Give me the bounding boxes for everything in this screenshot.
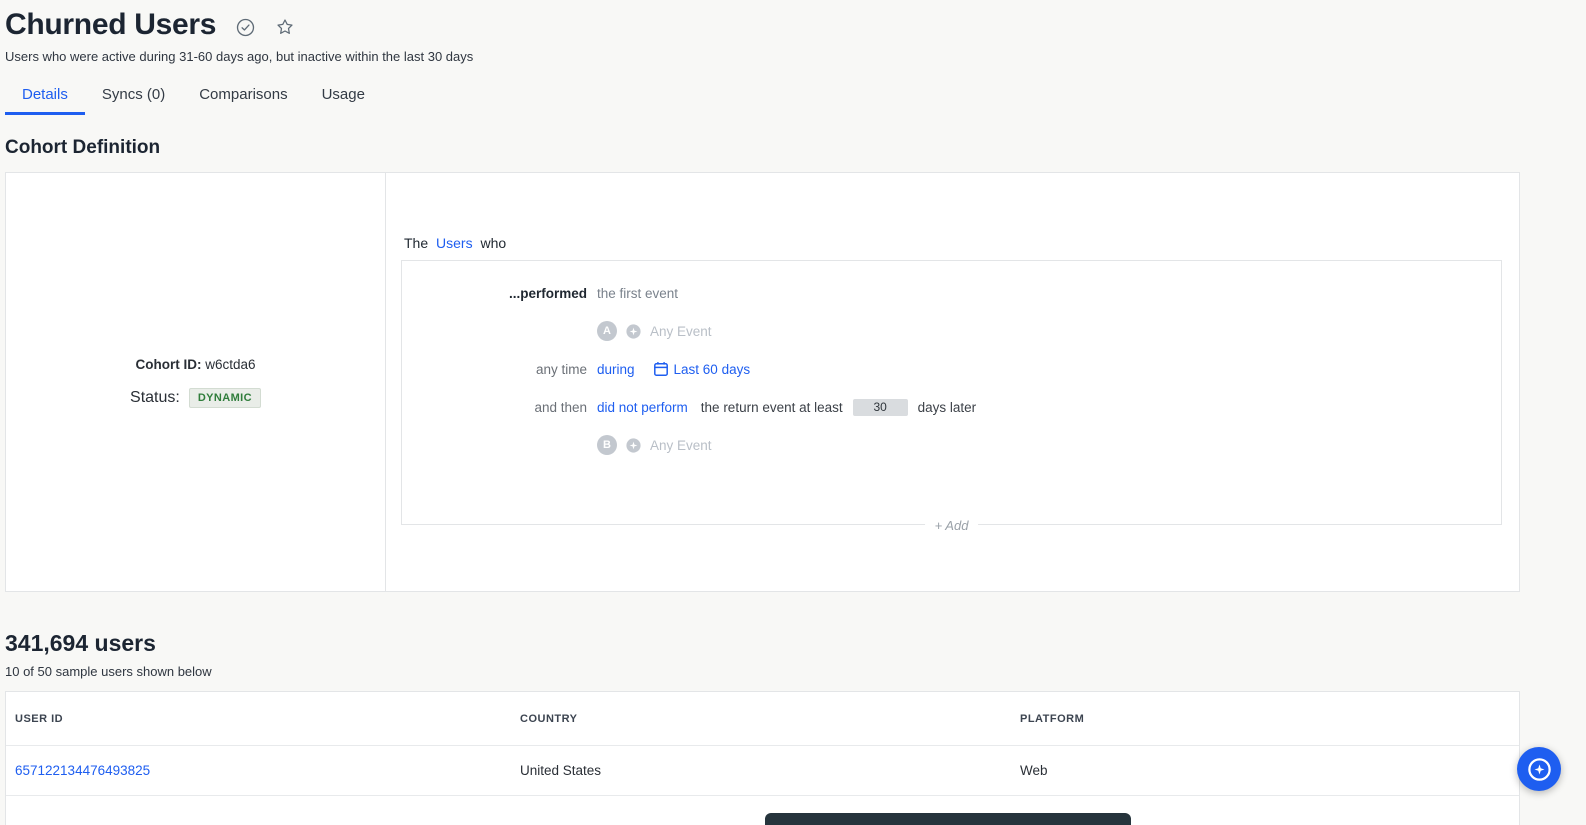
country-cell: United States: [511, 763, 1011, 778]
and-then-row: and then did not perform the return even…: [402, 397, 1501, 417]
verified-check-icon[interactable]: [236, 18, 255, 37]
cohort-id-label: Cohort ID:: [135, 357, 201, 372]
event-type-icon: [625, 437, 642, 454]
timeframe-dropdown[interactable]: Last 60 days: [674, 362, 751, 377]
user-count: 341,694 users: [5, 630, 1520, 657]
timeframe-row: any time during Last 60 days: [402, 359, 1501, 379]
status-line: Status: DYNAMIC: [130, 388, 261, 408]
results-section: 341,694 users 10 of 50 sample users show…: [5, 630, 1520, 679]
and-then-label: and then: [402, 400, 587, 415]
sample-users-table: USER ID COUNTRY PLATFORM 657122134476493…: [5, 691, 1520, 825]
event-b-row: B Any Event: [402, 435, 1501, 455]
table-header-row: USER ID COUNTRY PLATFORM: [6, 692, 1519, 745]
table-row: 657122134476493825 United States Web: [6, 745, 1519, 795]
sentence-the: The: [404, 235, 428, 251]
tab-comparisons[interactable]: Comparisons: [182, 78, 304, 115]
subject-users-link[interactable]: Users: [436, 235, 473, 251]
page-title: Churned Users: [5, 8, 216, 42]
calendar-icon: [653, 361, 669, 377]
cohort-definition-heading: Cohort Definition: [5, 137, 1520, 159]
performed-label: ...performed: [402, 286, 587, 301]
event-type-icon: [625, 323, 642, 340]
during-dropdown[interactable]: during: [597, 362, 635, 377]
sample-note: 10 of 50 sample users shown below: [5, 664, 1520, 679]
days-input[interactable]: [853, 399, 908, 416]
cohort-id-line: Cohort ID: w6ctda6: [135, 357, 255, 372]
any-time-label: any time: [402, 362, 587, 377]
did-not-perform-dropdown[interactable]: did not perform: [597, 400, 688, 415]
column-header-country: COUNTRY: [511, 713, 1011, 725]
page-subtitle: Users who were active during 31-60 days …: [5, 49, 1520, 64]
event-a-badge[interactable]: A: [597, 321, 617, 341]
return-event-label: the return event at least: [701, 400, 843, 415]
performed-row: ...performed the first event: [402, 283, 1501, 303]
event-b-selector[interactable]: Any Event: [650, 438, 712, 453]
user-id-link[interactable]: 657122134476493825: [15, 763, 150, 778]
status-badge: DYNAMIC: [189, 388, 261, 408]
event-a-selector[interactable]: Any Event: [650, 324, 712, 339]
cohort-definition-panel: The Users who ...performed the first eve…: [386, 173, 1519, 591]
column-header-user-id: USER ID: [6, 713, 511, 725]
add-condition-button[interactable]: + Add: [925, 518, 979, 533]
page-header: Churned Users Users who were active duri…: [5, 0, 1520, 64]
definition-sentence: The Users who: [401, 235, 1502, 251]
cohort-definition-cards: Cohort ID: w6ctda6 Status: DYNAMIC The U…: [5, 172, 1520, 592]
days-later-label: days later: [918, 400, 977, 415]
cohort-id-value: w6ctda6: [205, 357, 255, 372]
status-label: Status:: [130, 389, 180, 407]
event-b-badge[interactable]: B: [597, 435, 617, 455]
column-header-platform: PLATFORM: [1011, 713, 1519, 725]
sparkle-circle-icon: [1526, 756, 1553, 783]
table-row-partial: [6, 795, 1519, 825]
platform-cell: Web: [1011, 763, 1519, 778]
tab-bar: Details Syncs (0) Comparisons Usage: [5, 78, 1520, 115]
assistant-fab-button[interactable]: [1517, 747, 1561, 791]
definition-box: ...performed the first event A Any: [401, 260, 1502, 525]
favorite-star-icon[interactable]: [275, 17, 295, 37]
horizontal-scrollbar-thumb[interactable]: [765, 813, 1131, 825]
tab-usage[interactable]: Usage: [305, 78, 382, 115]
event-a-row: A Any Event: [402, 321, 1501, 341]
cohort-meta-panel: Cohort ID: w6ctda6 Status: DYNAMIC: [6, 173, 386, 591]
tab-syncs[interactable]: Syncs (0): [85, 78, 182, 115]
sentence-who: who: [480, 235, 506, 251]
tab-details[interactable]: Details: [5, 78, 85, 115]
first-event-label: the first event: [597, 286, 678, 301]
